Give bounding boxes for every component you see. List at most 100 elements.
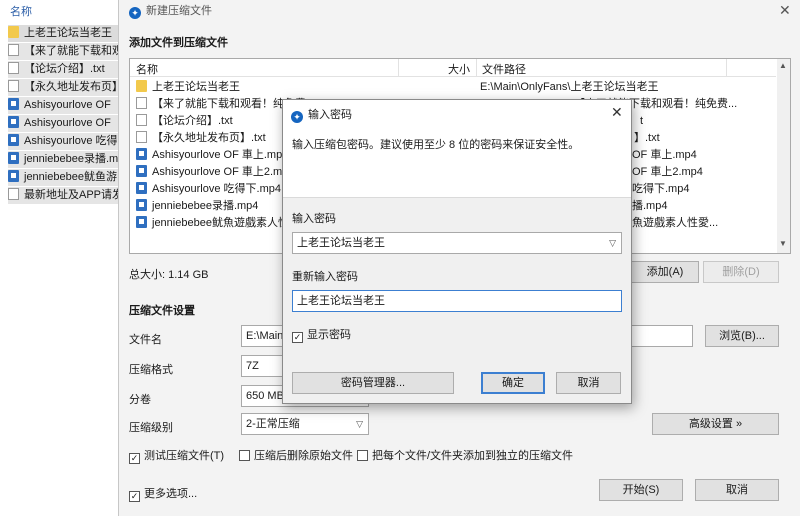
start-button[interactable]: 开始(S) <box>599 479 683 501</box>
file-path: t <box>640 115 644 127</box>
document-icon <box>136 97 147 109</box>
explorer-item[interactable]: Ashisyourlove 吃得 <box>8 133 120 150</box>
file-path: 吃得下.mp4 <box>632 183 690 195</box>
app-logo-icon: ✦ <box>129 7 141 19</box>
add-button[interactable]: 添加(A) <box>631 261 699 283</box>
explorer-item[interactable]: jenniebebee录播.m <box>8 151 120 168</box>
reenter-password-input[interactable]: 上老王论坛当老王 <box>292 290 622 312</box>
file-path: 魚遊戲素人性愛... <box>632 217 719 229</box>
level-label: 压缩级别 <box>129 422 173 434</box>
checkbox-unchecked-icon[interactable] <box>239 450 250 461</box>
app-logo-icon: ✦ <box>291 111 303 123</box>
video-icon <box>8 152 19 164</box>
scroll-down-icon[interactable]: ▼ <box>779 239 787 248</box>
file-row[interactable]: 上老王论坛当老王 <box>136 79 240 96</box>
settings-section-title: 压缩文件设置 <box>129 305 195 317</box>
file-path: E:\Main\OnlyFans\上老王论坛当老王 <box>480 81 659 93</box>
enter-password-label: 输入密码 <box>292 213 336 225</box>
explorer-item[interactable]: jenniebebee鱿鱼游 <box>8 169 120 186</box>
password-dialog-titlebar[interactable]: ✦ 输入密码 ✕ <box>283 100 631 126</box>
video-icon <box>8 170 19 182</box>
video-icon <box>8 98 19 110</box>
checkbox-checked-icon[interactable]: ✓ <box>129 491 140 502</box>
video-icon <box>136 165 147 177</box>
main-cancel-button[interactable]: 取消 <box>695 479 779 501</box>
document-icon <box>8 80 19 92</box>
advanced-settings-button[interactable]: 高级设置 » <box>652 413 779 435</box>
browse-button[interactable]: 浏览(B)... <box>705 325 779 347</box>
file-path: 】.txt <box>634 132 660 144</box>
checkbox-checked-icon[interactable]: ✓ <box>292 332 303 343</box>
document-icon <box>8 188 19 200</box>
explorer-item[interactable]: 最新地址及APP请发 <box>8 187 120 204</box>
file-row[interactable]: Ashisyourlove 吃得下.mp4 <box>136 181 281 198</box>
video-icon <box>136 182 147 194</box>
file-list-scrollbar[interactable]: ▲ ▼ <box>777 59 790 253</box>
folder-icon <box>136 80 147 92</box>
chevron-down-icon[interactable]: ▽ <box>609 233 616 253</box>
password-dialog-title: ✦ 输入密码 <box>291 106 352 123</box>
video-icon <box>8 116 19 128</box>
file-row[interactable]: jenniebebee录播.mp4 <box>136 198 258 215</box>
file-path: OF 車上2.mp4 <box>632 166 703 178</box>
document-icon <box>8 44 19 56</box>
column-size[interactable]: 大小 <box>448 61 470 77</box>
column-name[interactable]: 名称 <box>136 61 158 77</box>
close-icon[interactable]: ✕ <box>611 104 623 121</box>
checkbox-checked-icon[interactable]: ✓ <box>129 453 140 464</box>
document-icon <box>136 131 147 143</box>
explorer-item[interactable]: Ashisyourlove OF <box>8 115 120 132</box>
chevron-down-icon[interactable]: ▽ <box>356 414 363 434</box>
delete-after-checkbox[interactable]: 压缩后删除原始文件 <box>239 447 353 463</box>
password-dialog: ✦ 输入密码 ✕ 输入压缩包密码。建议使用至少 8 位的密码来保证安全性。 输入密… <box>282 99 632 404</box>
password-cancel-button[interactable]: 取消 <box>556 372 621 394</box>
split-label: 分卷 <box>129 394 151 406</box>
password-dialog-description-area: 输入压缩包密码。建议使用至少 8 位的密码来保证安全性。 <box>283 126 631 198</box>
file-row[interactable]: jenniebebee鱿魚遊戲素人性愛 <box>136 215 300 232</box>
column-path[interactable]: 文件路径 <box>482 61 526 77</box>
test-archive-checkbox[interactable]: ✓ 测试压缩文件(T) <box>129 447 224 464</box>
explorer-item[interactable]: 【论坛介绍】.txt <box>8 61 120 78</box>
file-row[interactable]: Ashisyourlove OF 車上.mp4 <box>136 147 288 164</box>
folder-icon <box>8 26 19 38</box>
close-icon[interactable]: ✕ <box>779 2 791 19</box>
file-path: OF 車上.mp4 <box>632 149 697 161</box>
file-row[interactable]: 【来了就能下载和观看！纯免费 <box>136 96 306 113</box>
file-row[interactable]: 【永久地址发布页】.txt <box>136 130 266 147</box>
document-icon <box>8 62 19 74</box>
checkbox-unchecked-icon[interactable] <box>357 450 368 461</box>
reenter-password-label: 重新输入密码 <box>292 271 358 283</box>
show-password-checkbox[interactable]: ✓ 显示密码 <box>292 326 351 343</box>
more-options-checkbox[interactable]: ✓ 更多选项... <box>129 485 197 502</box>
ok-button[interactable]: 确定 <box>481 372 545 394</box>
separate-archives-checkbox[interactable]: 把每个文件/文件夹添加到独立的压缩文件 <box>357 447 573 463</box>
explorer-item[interactable]: 【来了就能下载和观看 <box>8 43 120 60</box>
enter-password-input[interactable]: 上老王论坛当老王 ▽ <box>292 232 622 254</box>
column-divider[interactable] <box>398 59 399 77</box>
column-divider[interactable] <box>726 59 727 77</box>
scroll-up-icon[interactable]: ▲ <box>779 61 787 70</box>
explorer-item[interactable]: 上老王论坛当老王 <box>8 25 120 42</box>
file-list-header: 名称 大小 文件路径 <box>130 59 776 77</box>
explorer-panel: 名称 上老王论坛当老王 【来了就能下载和观看 【论坛介绍】.txt 【永久地址发… <box>0 0 120 516</box>
file-row[interactable]: Ashisyourlove OF 車上2.mp4 <box>136 164 294 181</box>
password-manager-button[interactable]: 密码管理器... <box>292 372 454 394</box>
password-description: 输入压缩包密码。建议使用至少 8 位的密码来保证安全性。 <box>292 139 580 151</box>
delete-button[interactable]: 删除(D) <box>703 261 779 283</box>
file-row[interactable]: 【论坛介绍】.txt <box>136 113 233 130</box>
video-icon <box>136 148 147 160</box>
video-icon <box>136 216 147 228</box>
total-size: 总大小: 1.14 GB <box>129 269 209 281</box>
explorer-item[interactable]: 【永久地址发布页】 <box>8 79 120 96</box>
filename-label: 文件名 <box>129 334 162 346</box>
dialog-title: ✦ 新建压缩文件 <box>129 3 212 19</box>
add-files-section-title: 添加文件到压缩文件 <box>129 37 228 49</box>
column-divider[interactable] <box>476 59 477 77</box>
format-label: 压缩格式 <box>129 364 173 376</box>
file-path: 播.mp4 <box>632 200 668 212</box>
video-icon <box>136 199 147 211</box>
level-select[interactable]: 2-正常压缩 ▽ <box>241 413 369 435</box>
document-icon <box>136 114 147 126</box>
explorer-name-header[interactable]: 名称 <box>10 3 32 19</box>
explorer-item[interactable]: Ashisyourlove OF <box>8 97 120 114</box>
